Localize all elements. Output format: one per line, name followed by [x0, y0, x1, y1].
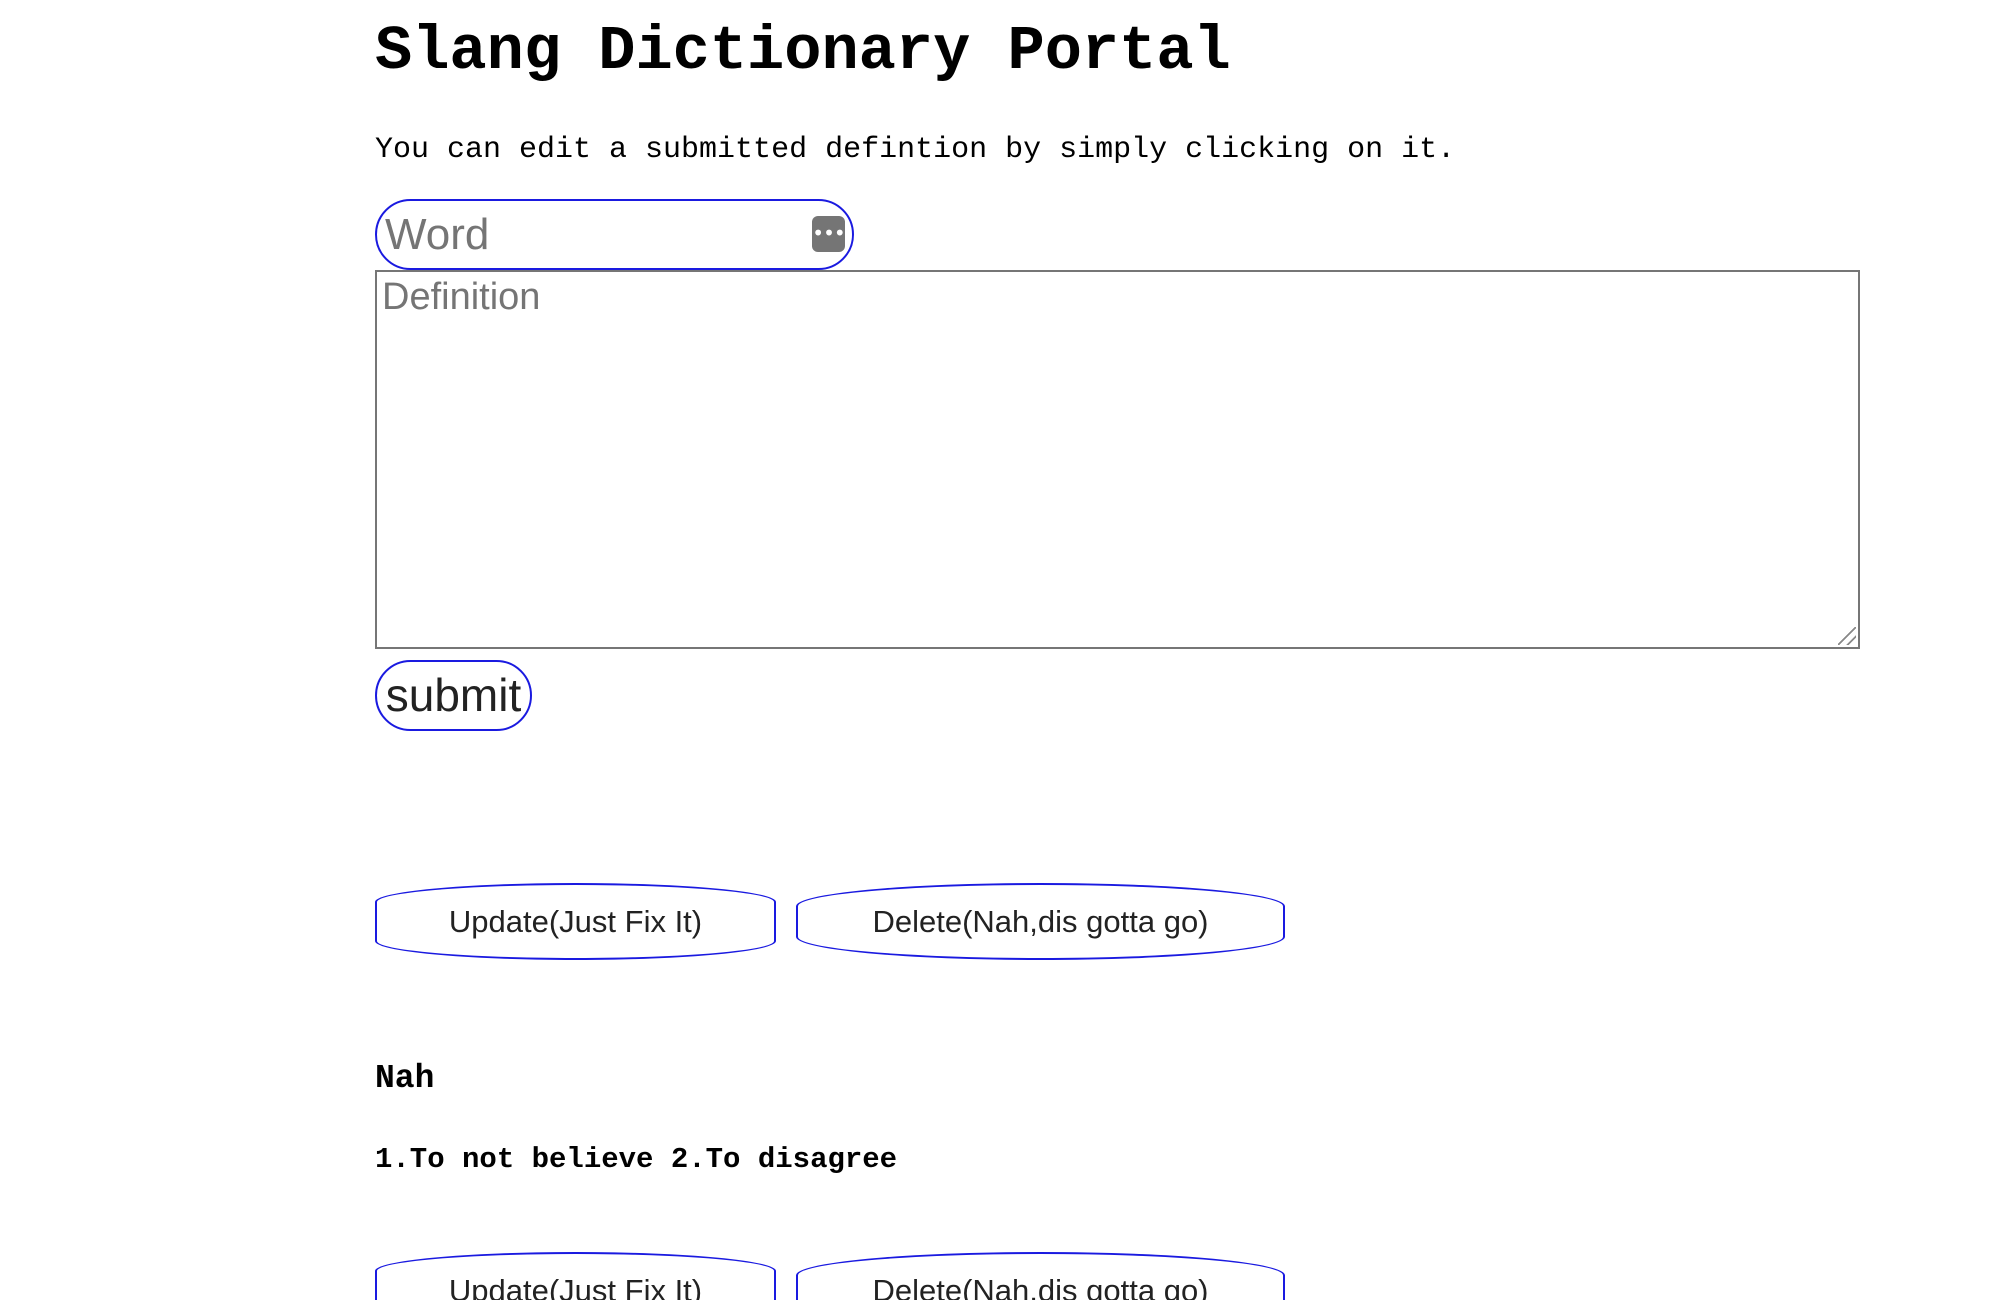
word-input[interactable]: [375, 199, 854, 270]
entry-word[interactable]: Nah: [375, 1058, 434, 1100]
definition-textarea[interactable]: [375, 270, 1860, 649]
delete-button[interactable]: Delete(Nah,dis gotta go): [796, 883, 1285, 960]
autofill-icon[interactable]: •••: [812, 216, 846, 252]
update-button[interactable]: Update(Just Fix It): [375, 1252, 776, 1300]
update-button[interactable]: Update(Just Fix It): [375, 883, 776, 960]
page-title: Slang Dictionary Portal: [375, 16, 1231, 87]
instructions-text: You can edit a submitted defintion by si…: [375, 133, 1456, 167]
delete-button[interactable]: Delete(Nah,dis gotta go): [796, 1252, 1285, 1300]
page: Slang Dictionary Portal You can edit a s…: [0, 0, 1990, 1300]
entry-definition[interactable]: 1.To not believe 2.To disagree: [375, 1141, 897, 1179]
resize-handle-icon[interactable]: [1838, 627, 1856, 645]
submit-button[interactable]: submit: [375, 660, 532, 731]
